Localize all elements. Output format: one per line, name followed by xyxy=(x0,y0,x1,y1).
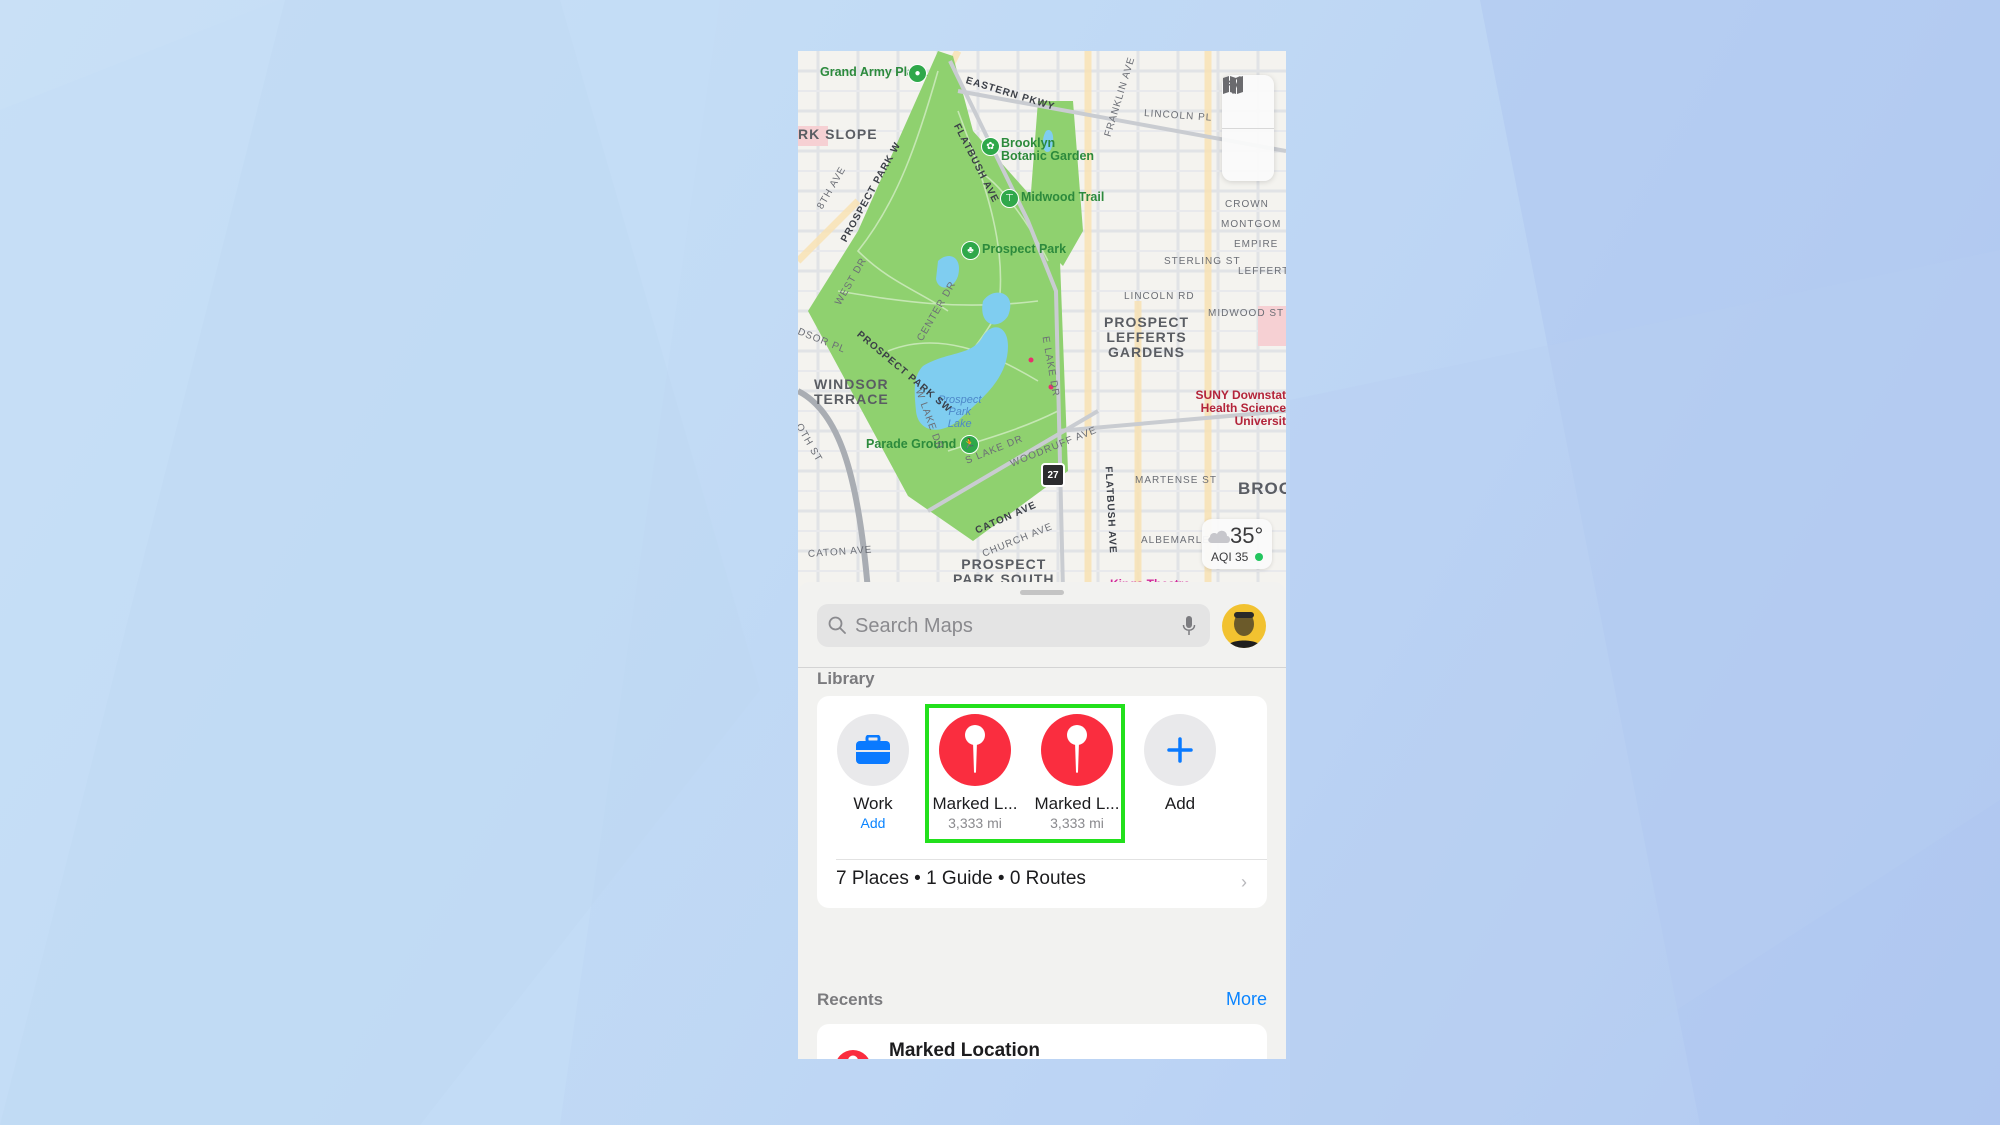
neighborhood-windsor-terrace: WINDSOR TERRACE xyxy=(814,377,889,407)
street-crown: CROWN xyxy=(1225,199,1269,210)
plus-icon xyxy=(1167,737,1193,763)
favorite-marked-location-1[interactable]: Marked L... 3,333 mi xyxy=(930,714,1020,831)
trail-icon[interactable]: ⊤ xyxy=(1000,189,1019,208)
weather-widget[interactable]: 35° AQI 35 xyxy=(1202,519,1272,569)
weather-temperature: 35° xyxy=(1230,523,1264,548)
search-icon xyxy=(828,616,846,634)
favorite-icon-circle xyxy=(837,714,909,786)
briefcase-icon xyxy=(856,735,890,764)
map-controls xyxy=(1222,75,1274,181)
library-summary-link[interactable]: 7 Places • 1 Guide • 0 Routes xyxy=(836,868,1086,890)
current-location-button[interactable] xyxy=(1222,76,1274,182)
lefferts-line3: GARDENS xyxy=(1108,344,1186,360)
poi-botanic-line1: Brooklyn xyxy=(1001,136,1056,150)
map-view[interactable]: Grand Army Plaza ● ✿ Brooklyn Botanic Ga… xyxy=(798,51,1286,591)
pin-icon xyxy=(848,1055,858,1059)
header-divider xyxy=(798,667,1286,668)
windsor-line1: WINDSOR xyxy=(814,376,889,392)
favorite-name: Marked L... xyxy=(932,794,1018,813)
recents-more-button[interactable]: More xyxy=(1226,989,1267,1010)
street-empire: EMPIRE xyxy=(1234,239,1279,250)
hospital-line2: Health Science xyxy=(1200,401,1286,415)
neighborhood-prospect-lefferts: PROSPECT LEFFERTS GARDENS xyxy=(1104,315,1189,360)
favorite-icon-circle xyxy=(939,714,1011,786)
recent-pin-circle xyxy=(835,1050,871,1059)
favorite-distance: 3,333 mi xyxy=(1050,815,1104,831)
street-montgomery: MONTGOM xyxy=(1221,219,1282,230)
chevron-right-icon[interactable]: › xyxy=(1241,872,1247,893)
lefferts-line1: PROSPECT xyxy=(1104,314,1190,330)
lefferts-line2: LEFFERTS xyxy=(1106,329,1187,345)
street-sterling: STERLING ST xyxy=(1164,256,1241,267)
favorite-icon-circle xyxy=(1041,714,1113,786)
street-martense-st: MARTENSE ST xyxy=(1135,475,1217,486)
favorite-add[interactable]: Add xyxy=(1135,714,1225,814)
recents-heading: Recents xyxy=(817,990,884,1009)
cloud-icon xyxy=(1208,530,1230,543)
favorite-marked-location-2[interactable]: Marked L... 3,333 mi xyxy=(1032,714,1122,831)
garden-icon[interactable]: ✿ xyxy=(981,137,1000,156)
favorite-name: Work xyxy=(853,794,893,813)
windsor-line2: TERRACE xyxy=(814,391,889,407)
hospital-line1: SUNY Downstat xyxy=(1195,388,1286,402)
recent-item[interactable]: Marked Location 45 Lenox Rd, Brooklyn xyxy=(817,1024,1267,1059)
microphone-icon[interactable] xyxy=(1182,615,1196,637)
favorite-icon-circle xyxy=(1144,714,1216,786)
row-divider xyxy=(836,859,1267,860)
aqi-status-dot xyxy=(1255,553,1263,561)
pps-line1: PROSPECT xyxy=(961,556,1047,572)
search-placeholder: Search Maps xyxy=(855,615,973,637)
library-card: Work Add Marked L... 3,333 mi Marked L..… xyxy=(817,696,1267,908)
phone-screen: Grand Army Plaza ● ✿ Brooklyn Botanic Ga… xyxy=(798,51,1286,1059)
street-albemarle: ALBEMARLE xyxy=(1141,535,1211,546)
poi-botanic-line2: Botanic Garden xyxy=(1001,149,1095,163)
pin-icon xyxy=(1067,725,1087,773)
library-heading: Library xyxy=(817,669,875,688)
sheet-grabber-handle[interactable] xyxy=(1020,590,1064,595)
neighborhood-park-slope: RK SLOPE xyxy=(798,126,878,142)
location-arrow-icon xyxy=(1223,76,1241,94)
favorite-work[interactable]: Work Add xyxy=(828,714,918,831)
search-input[interactable]: Search Maps xyxy=(817,604,1210,647)
neighborhood-brooklyn: BROO xyxy=(1238,479,1286,498)
favorite-distance: 3,333 mi xyxy=(948,815,1002,831)
user-photo xyxy=(1226,612,1262,648)
street-lefferts: LEFFERT xyxy=(1238,266,1286,277)
poi-prospect-park[interactable]: Prospect Park xyxy=(982,243,1066,256)
street-lincoln-rd: LINCOLN RD xyxy=(1124,291,1195,302)
favorite-add-link[interactable]: Add xyxy=(828,815,918,831)
lake-line3: Lake xyxy=(947,418,972,430)
favorite-name: Add xyxy=(1164,794,1196,813)
avatar[interactable] xyxy=(1222,604,1266,648)
pin-icon xyxy=(965,725,985,773)
hospital-line3: Universit xyxy=(1234,414,1286,428)
tree-icon[interactable]: ♣ xyxy=(961,241,980,260)
recent-title: Marked Location xyxy=(889,1040,1040,1059)
route-27-shield: 27 xyxy=(1041,463,1065,487)
poi-suny-downstate[interactable]: SUNY Downstat Health Science Universit xyxy=(1196,389,1286,428)
street-midwood-st: MIDWOOD ST xyxy=(1208,308,1285,319)
favorite-name: Marked L... xyxy=(1034,794,1120,813)
poi-dot-icon[interactable]: ● xyxy=(908,64,927,83)
poi-midwood-trail[interactable]: Midwood Trail xyxy=(1021,191,1104,204)
aqi-value: AQI 35 xyxy=(1211,550,1249,564)
bottom-sheet: Search Maps Library Work Add Marked L...… xyxy=(798,582,1286,1059)
poi-botanic-garden[interactable]: Brooklyn Botanic Garden xyxy=(1001,137,1094,163)
